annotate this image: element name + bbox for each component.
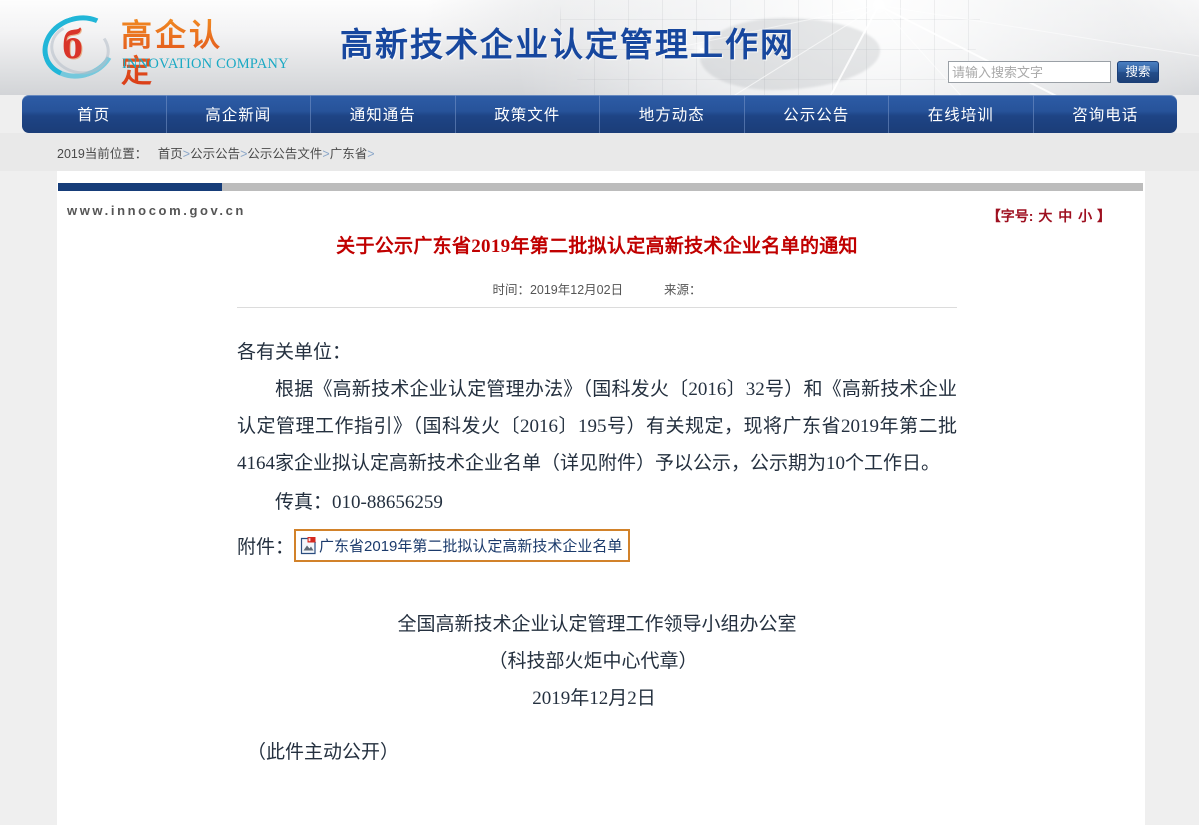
breadcrumb-separator: > <box>367 147 375 161</box>
breadcrumb-item-guangdong[interactable]: 广东省 <box>330 147 368 161</box>
signature-date: 2019年12月2日 <box>532 688 656 709</box>
sparkle-icon <box>876 2 882 8</box>
search-button[interactable]: 搜索 <box>1117 61 1159 83</box>
signature-organization: 全国高新技术企业认定管理工作领导小组办公室 <box>397 614 797 635</box>
breadcrumb-prefix: 2019当前位置： <box>57 147 148 161</box>
font-size-close-bracket: 】 <box>1097 208 1111 224</box>
search-input[interactable] <box>948 61 1111 83</box>
font-size-large-button[interactable]: 大 <box>1037 208 1053 224</box>
font-size-control: 【字号: 大 中 小 】 <box>987 206 1111 226</box>
nav-item-policy[interactable]: 政策文件 <box>456 95 600 133</box>
article-time-value: 2019年12月02日 <box>529 283 624 297</box>
file-pdf-icon <box>300 536 317 555</box>
article-paragraph: 根据《高新技术企业认定管理办法》（国科发火〔2016〕32号）和《高新技术企业认… <box>237 379 957 474</box>
site-url-text: www.innocom.gov.cn <box>67 203 246 218</box>
breadcrumb-item-publicity-docs[interactable]: 公示公告文件 <box>247 147 322 161</box>
logo-text-en: INNOVATION COMPANY <box>122 56 289 72</box>
breadcrumb-bar: 2019当前位置： 首页>公示公告>公示公告文件>广东省> <box>0 133 1199 171</box>
signature-seal: （科技部火炬中心代章） <box>488 651 698 672</box>
content-panel: www.innocom.gov.cn 【字号: 大 中 小 】 关于公示广东省2… <box>57 171 1145 825</box>
section-divider <box>58 183 1143 191</box>
logo-text-cn: 高企认定 <box>121 18 253 90</box>
breadcrumb-item-publicity[interactable]: 公示公告 <box>190 147 240 161</box>
site-title: 高新技术企业认定管理工作网 <box>340 28 795 64</box>
nav-item-news[interactable]: 高企新闻 <box>167 95 311 133</box>
nav-item-home[interactable]: 首页 <box>22 95 167 133</box>
site-logo[interactable]: б 高企认定 INNOVATION COMPANY <box>34 6 289 89</box>
article-fax: 传真：010-88656259 <box>275 492 443 513</box>
article-meta: 时间：2019年12月02日 来源： <box>237 279 957 308</box>
article-signature: 全国高新技术企业认定管理工作领导小组办公室 （科技部火炬中心代章） 2019年1… <box>237 606 957 717</box>
search-box: 搜索 <box>948 61 1159 83</box>
attachment-label: 附件： <box>237 537 295 558</box>
article-salutation: 各有关单位： <box>237 342 352 363</box>
breadcrumb: 2019当前位置： 首页>公示公告>公示公告文件>广东省> <box>57 143 375 162</box>
nav-item-local[interactable]: 地方动态 <box>600 95 745 133</box>
article-body: 各有关单位： 根据《高新技术企业认定管理办法》（国科发火〔2016〕32号）和《… <box>237 334 957 482</box>
site-header: б 高企认定 INNOVATION COMPANY 高新技术企业认定管理工作网 … <box>0 0 1199 95</box>
article-source-label: 来源： <box>664 283 702 297</box>
public-disclosure-note: （此件主动公开） <box>247 742 400 763</box>
article-title: 关于公示广东省2019年第二批拟认定高新技术企业名单的通知 <box>336 236 858 257</box>
font-size-label: 【字号: <box>986 208 1034 224</box>
nav-item-contact[interactable]: 咨询电话 <box>1034 95 1178 133</box>
font-size-small-button[interactable]: 小 <box>1077 208 1093 224</box>
nav-item-notice[interactable]: 通知通告 <box>311 95 456 133</box>
main-navigation: 首页 高企新闻 通知通告 政策文件 地方动态 公示公告 在线培训 咨询电话 <box>22 95 1177 133</box>
article-time-label: 时间： <box>492 283 530 297</box>
breadcrumb-separator: > <box>322 147 330 161</box>
logo-glyph: б <box>62 22 83 68</box>
breadcrumb-separator: > <box>182 147 191 161</box>
section-divider-accent <box>58 183 222 191</box>
attachment-highlight-box[interactable]: 广东省2019年第二批拟认定高新技术企业名单 <box>294 529 631 562</box>
nav-item-training[interactable]: 在线培训 <box>889 95 1034 133</box>
breadcrumb-item-home[interactable]: 首页 <box>158 147 183 161</box>
article: 关于公示广东省2019年第二批拟认定高新技术企业名单的通知 时间：2019年12… <box>237 233 957 764</box>
attachment-row: 附件： 广东省2019年第二批拟认定高新技术企业名单 <box>237 529 957 562</box>
attachment-link[interactable]: 广东省2019年第二批拟认定高新技术企业名单 <box>319 535 622 556</box>
nav-item-publicity[interactable]: 公示公告 <box>745 95 889 133</box>
font-size-medium-button[interactable]: 中 <box>1057 208 1073 224</box>
